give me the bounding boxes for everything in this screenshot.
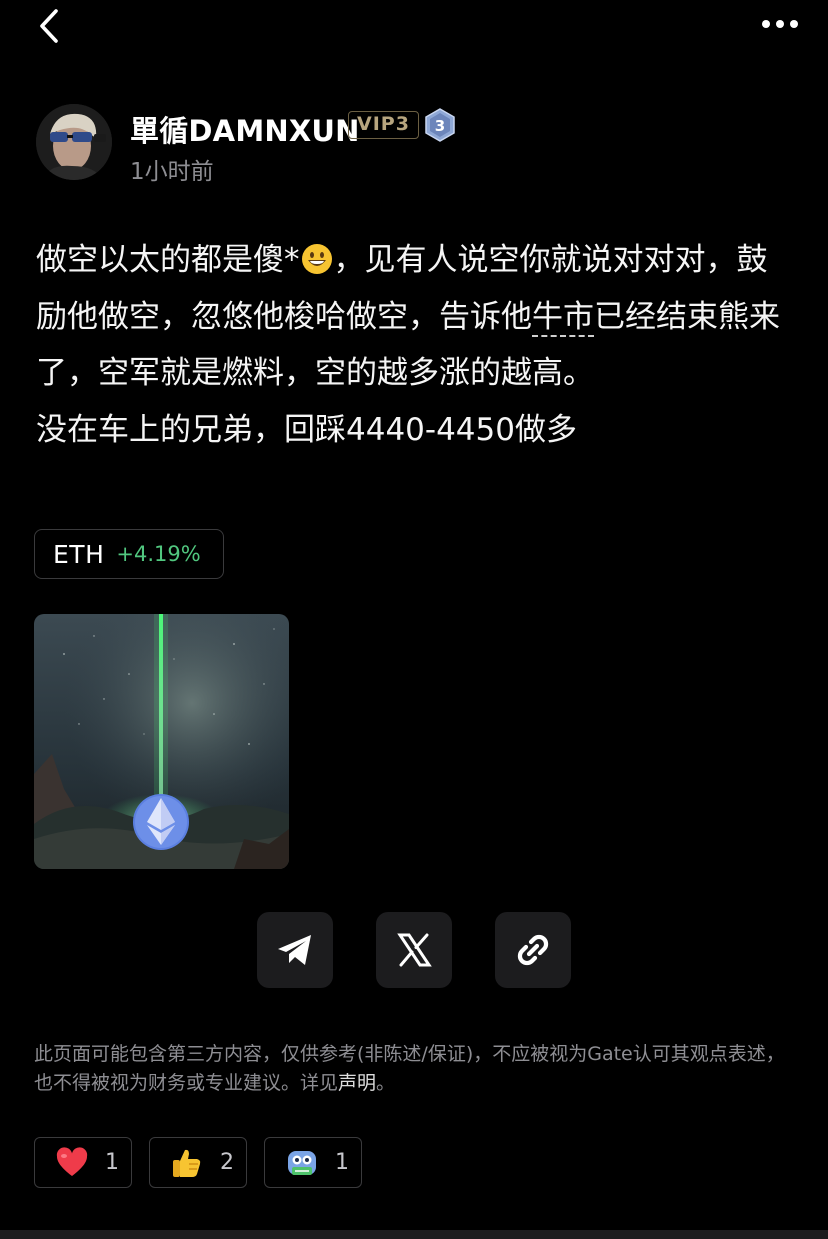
heart-icon [56,1146,88,1176]
reaction-thumbs-up[interactable]: 2 [149,1137,247,1188]
post-paragraph-1: 做空以太的都是傻* ，见有人说空你就说对对对，鼓励他做空，忽悠他梭哈做空，告诉他牛… [36,232,798,402]
share-x-button[interactable] [376,912,452,988]
avatar-image [36,104,112,180]
x-icon [397,933,432,967]
post-body: 做空以太的都是傻* ，见有人说空你就说对对对，鼓励他做空，忽悠他梭哈做空，告诉他牛… [36,232,798,458]
statement-link[interactable]: 声明 [338,1072,376,1094]
grinning-face-icon [301,244,332,274]
ticker-change: +4.19% [116,542,201,566]
more-button[interactable] [760,10,804,38]
disclaimer-text: 此页面可能包含第三方内容，仅供参考(非陈述/保证)，不应被视为Gate认可其观点… [34,1043,785,1094]
back-button[interactable] [30,6,70,46]
eth-ticker-chip[interactable]: ETH +4.19% [34,529,224,579]
reaction-heart[interactable]: 1 [34,1137,132,1188]
telegram-icon [278,935,311,965]
share-telegram-button[interactable] [257,912,333,988]
reaction-count: 1 [105,1150,119,1175]
avatar[interactable] [36,104,112,180]
more-horizontal-icon [762,20,798,28]
disclaimer-end: 。 [376,1071,396,1094]
chevron-left-icon [40,9,58,43]
disclaimer: 此页面可能包含第三方内容，仅供参考(非陈述/保证)，不应被视为Gate认可其观点… [34,1040,796,1097]
ticker-symbol: ETH [53,539,105,569]
top-bar [0,0,828,50]
hexagon-level-icon: 3 [425,108,455,142]
reaction-hodl[interactable]: 1 [264,1137,362,1188]
reaction-count: 1 [335,1150,349,1175]
author-name[interactable]: 單循DAMNXUN [130,108,360,150]
level-number: 3 [435,117,445,135]
link-icon [517,934,549,966]
bull-market-link[interactable]: 牛市 [532,298,594,337]
vip-badge: VIP3 [348,111,419,139]
level-badge: 3 [424,108,456,142]
post-paragraph-2: 没在车上的兄弟，回踩4440-4450做多 [36,411,577,448]
post-time: 1小时前 [130,159,214,185]
hodl-robot-icon [288,1150,316,1175]
reaction-count: 2 [220,1150,234,1175]
post-text-1a: 做空以太的都是傻* [36,242,300,278]
thumbs-up-icon [173,1149,201,1177]
ethereum-beam-image [34,614,289,869]
author-header: 單循DAMNXUN VIP3 3 1小时前 [36,104,796,185]
copy-link-button[interactable] [495,912,571,988]
bottom-bar-edge [0,1230,828,1239]
post-image[interactable] [34,614,289,869]
